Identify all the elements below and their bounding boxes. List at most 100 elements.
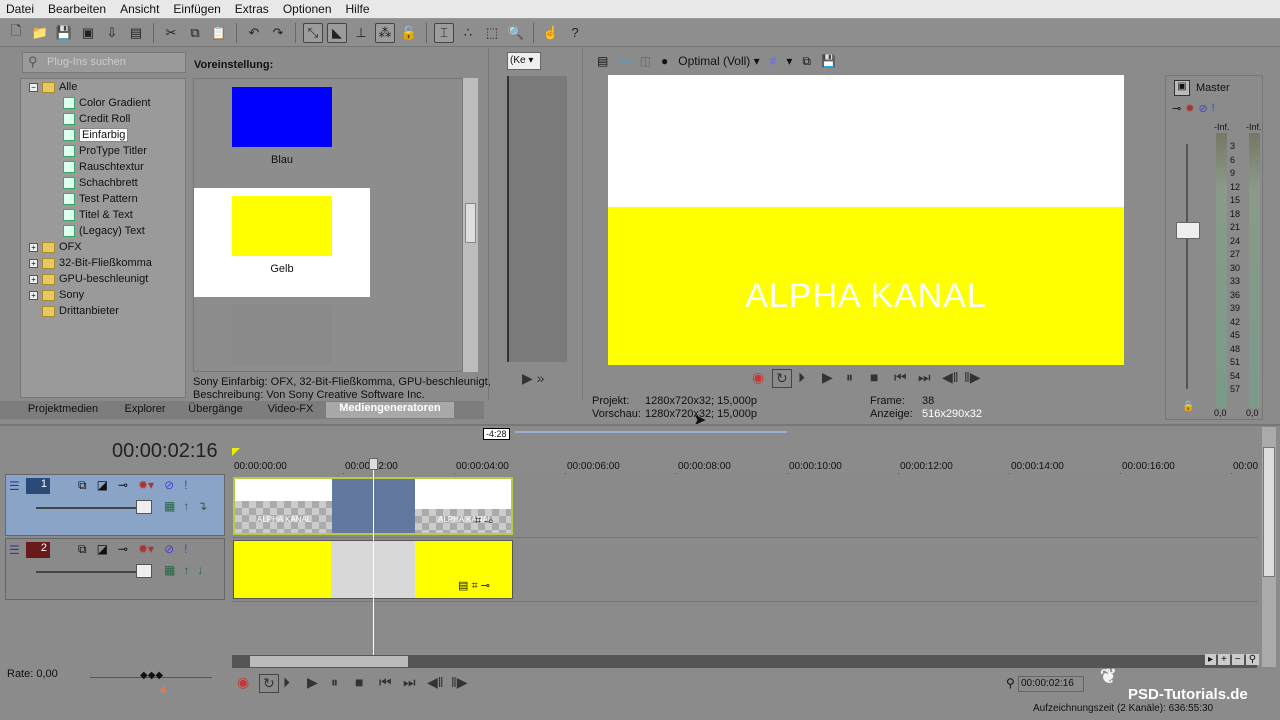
clip-fx-icons[interactable]: ▤ ⌗ ⊸ [458, 579, 490, 593]
record-icon[interactable]: ◉ [237, 674, 249, 691]
play-from-start-icon[interactable]: ⏵ [798, 369, 805, 386]
menu-einfuegen[interactable]: Einfügen [173, 2, 220, 16]
preset-blau[interactable]: Blau [194, 79, 370, 187]
fx-icon[interactable]: ✹ [1185, 102, 1194, 115]
tree-folder[interactable]: +32-Bit-Fließkomma [29, 255, 152, 271]
composite-icon[interactable]: ⊸ [118, 478, 128, 493]
whats-this-icon[interactable]: ? [565, 23, 585, 43]
scroll-right-icon[interactable]: ▸ [1205, 654, 1217, 665]
menu-datei[interactable]: Datei [6, 2, 34, 16]
lock-icon[interactable]: 🔒 [1182, 401, 1194, 412]
tab-uebergaenge[interactable]: Übergänge [183, 403, 248, 418]
scroll-thumb[interactable] [1263, 447, 1275, 577]
fast-forward-icon[interactable]: ‖▶ [964, 369, 981, 386]
tree-folder[interactable]: + OFX [29, 239, 82, 255]
solo-icon[interactable]: ! [184, 542, 187, 557]
save-as-icon[interactable]: ▣ [78, 23, 98, 43]
track-header-2[interactable]: ☰ 2 ⧉ ◪ ⊸ ✹▾ ⊘! ▦ ↑ ↓ [5, 538, 225, 600]
alpha-icon[interactable]: ▦ [164, 499, 175, 513]
zoom-in-icon[interactable]: + [1218, 654, 1230, 665]
track-header-1[interactable]: ☰ 1 ⧉ ◪ ⊸ ✹▾ ⊘! ▦ ↑ ↴ [5, 474, 225, 536]
track-fx-icon[interactable]: ✹▾ [138, 542, 154, 557]
lock-envelopes-icon[interactable]: ⁂ [375, 22, 395, 43]
composite-icon[interactable]: ⊸ [118, 542, 128, 557]
expand-icon[interactable]: + [29, 290, 38, 300]
make-child-icon[interactable]: ↓ [197, 563, 203, 577]
copy-icon[interactable]: ⧉ [185, 23, 205, 43]
zoom-tool-icon[interactable]: ⚲ [1245, 654, 1260, 665]
crop-icon[interactable]: ⌗ ⊸ [475, 515, 493, 528]
tab-projektmedien[interactable]: Projektmedien [18, 403, 108, 418]
preview-quality-dropdown[interactable]: Optimal (Voll) ▾ [678, 54, 759, 68]
level-slider[interactable] [36, 507, 136, 509]
snap-icon[interactable]: ◣ [327, 22, 347, 43]
master-bus-icon[interactable]: ▣ [1174, 80, 1190, 96]
external-monitor-icon[interactable]: ▭ [618, 54, 629, 68]
envelope-tool-icon[interactable]: ∴ [458, 23, 478, 43]
play-icon[interactable]: ▶ [822, 369, 833, 386]
crossfade-icon[interactable]: ⊥ [351, 23, 371, 43]
copy-snapshot-icon[interactable]: ⧉ [802, 54, 811, 69]
timeline-vscroll[interactable] [1262, 427, 1276, 667]
trimmer-dropdown[interactable]: (Ke ▾ [507, 52, 541, 70]
zoom-tool-icon[interactable]: 🔍 [506, 23, 526, 43]
make-parent-icon[interactable]: ↑ [183, 563, 189, 577]
save-icon[interactable]: 💾 [54, 23, 74, 43]
stop-icon[interactable]: ■ [870, 369, 878, 385]
mute-icon[interactable]: ⊘ [164, 542, 174, 557]
make-parent-icon[interactable]: ↑ [183, 499, 189, 513]
menu-bearbeiten[interactable]: Bearbeiten [48, 2, 106, 16]
scroll-thumb[interactable] [465, 203, 476, 243]
undo-icon[interactable]: ↶ [244, 23, 264, 43]
cut-icon[interactable]: ✂ [161, 23, 181, 43]
menu-hilfe[interactable]: Hilfe [346, 2, 370, 16]
tab-explorer[interactable]: Explorer [115, 403, 175, 418]
collapse-icon[interactable]: − [29, 82, 38, 92]
menu-extras[interactable]: Extras [235, 2, 269, 16]
loop-icon[interactable]: ↻ [772, 369, 792, 388]
open-folder-icon[interactable]: 📁 [30, 23, 50, 43]
trimmer-area[interactable] [507, 76, 567, 362]
new-file-icon[interactable]: 🗋 [6, 23, 26, 43]
tree-folder[interactable]: + GPU-beschleunigt [29, 271, 148, 287]
make-child-icon[interactable]: ↴ [197, 499, 207, 513]
menu-optionen[interactable]: Optionen [283, 2, 332, 16]
play-icon[interactable]: ▶ » [522, 370, 544, 387]
pan-icon[interactable]: ⊸ [1172, 102, 1181, 115]
track-minimize-icon[interactable]: ☰ [9, 543, 20, 557]
preset-grey[interactable] [232, 305, 332, 365]
tree-folder[interactable]: Drittanbieter [42, 303, 119, 319]
rewind-icon[interactable]: ◀‖ [942, 369, 959, 386]
motion-blur-icon[interactable]: ⧉ [78, 542, 87, 557]
solo-icon[interactable]: ! [1212, 102, 1215, 115]
mute-icon[interactable]: ⊘ [1198, 102, 1207, 115]
plugin-search-input[interactable]: ⚲ Plug-Ins suchen [22, 52, 186, 73]
play-icon[interactable]: ▶ [307, 674, 318, 691]
overlays-icon[interactable]: # [770, 54, 777, 68]
fader-handle[interactable] [1176, 222, 1200, 239]
zoom-out-icon[interactable]: − [1231, 654, 1244, 665]
play-from-start-icon[interactable]: ⏵ [283, 674, 290, 691]
tree-folder-alle[interactable]: − Alle [29, 79, 77, 95]
tree-item[interactable]: (Legacy) Text [63, 223, 145, 239]
tree-folder[interactable]: + Sony [29, 287, 84, 303]
properties-icon[interactable]: ▤ [126, 23, 146, 43]
save-snapshot-icon[interactable]: 💾 [821, 54, 836, 68]
splitter[interactable] [0, 424, 1280, 426]
preset-scrollbar[interactable] [463, 78, 478, 372]
pause-icon[interactable]: ⏸ [846, 369, 853, 386]
render-icon[interactable]: ⇩ [102, 23, 122, 43]
split-screen-icon[interactable]: ◫ [640, 54, 651, 68]
ignore-grouping-icon[interactable]: 🔓 [399, 23, 419, 43]
rewind-icon[interactable]: ◀‖ [427, 674, 444, 691]
level-slider-handle[interactable] [136, 500, 152, 514]
rate-slider-handle[interactable]: ◆◆◆ [140, 670, 163, 681]
loop-icon[interactable]: ↻ [259, 674, 279, 693]
expand-icon[interactable]: + [29, 242, 38, 252]
next-frame-icon[interactable]: ⏭ [403, 674, 416, 691]
mute-icon[interactable]: ⊘ [164, 478, 174, 493]
motion-blur-icon[interactable]: ⧉ [78, 478, 87, 493]
playhead-handle[interactable] [369, 458, 378, 470]
tree-item[interactable]: Schachbrett [63, 175, 138, 191]
selection-tool-icon[interactable]: ⬚ [482, 23, 502, 43]
